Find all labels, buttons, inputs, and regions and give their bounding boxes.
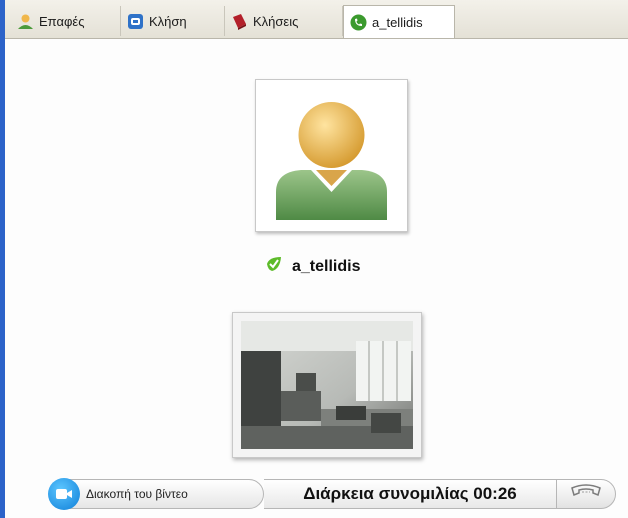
contact-avatar (255, 79, 408, 232)
call-duration: Διάρκεια συνομιλίας 00:26 (264, 479, 556, 509)
webcam-image (241, 321, 413, 449)
call-panel: a_tellidis Διακοπή του βίντεο Διάρκεια σ… (5, 39, 628, 518)
hangup-button[interactable] (556, 479, 616, 509)
tab-contacts-label: Επαφές (39, 13, 85, 29)
tab-active-call-label: a_tellidis (372, 14, 423, 30)
contact-name: a_tellidis (292, 257, 361, 275)
tab-contacts[interactable]: Επαφές (11, 6, 121, 36)
video-camera-icon (48, 478, 80, 510)
call-history-book-icon (231, 13, 248, 30)
tab-bar: Επαφές Κλήση Κλήσεις a_tellidis (5, 0, 628, 39)
tab-active-call[interactable]: a_tellidis (343, 5, 455, 38)
tab-calls-label: Κλήσεις (253, 13, 299, 29)
active-call-icon (350, 14, 367, 31)
tab-calls[interactable]: Κλήσεις (225, 6, 343, 36)
video-preview (232, 312, 422, 458)
stop-video-button[interactable]: Διακοπή του βίντεο (48, 478, 264, 510)
contact-line: a_tellidis (265, 255, 360, 278)
tab-call[interactable]: Κλήση (121, 6, 225, 36)
contacts-icon (17, 13, 34, 30)
avatar-person-icon (276, 102, 387, 220)
stop-video-label: Διακοπή του βίντεο (86, 487, 188, 501)
phone-call-icon (127, 13, 144, 30)
hangup-icon (569, 483, 603, 505)
call-controls: Διακοπή του βίντεο Διάρκεια συνομιλίας 0… (48, 477, 620, 511)
online-status-icon (265, 255, 283, 278)
tab-call-label: Κλήση (149, 13, 187, 29)
call-duration-label: Διάρκεια συνομιλίας 00:26 (303, 484, 517, 503)
